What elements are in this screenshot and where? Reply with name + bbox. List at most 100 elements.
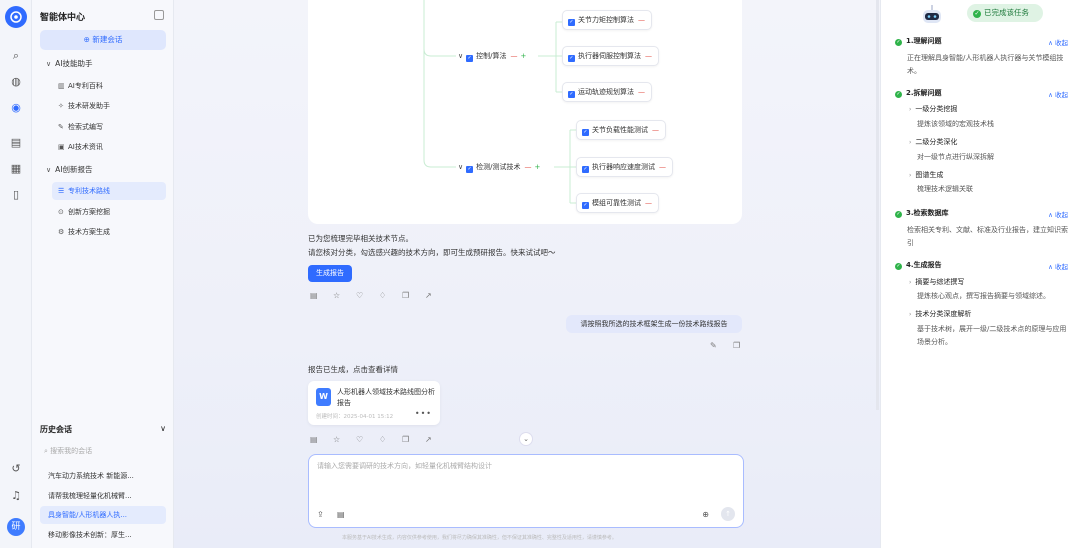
remove-node-button[interactable]: — (524, 163, 531, 171)
mindmap-node[interactable]: ✓ 模组可靠性测试 — (576, 193, 659, 213)
history-item[interactable]: 汽车动力系统技术 新能源... (40, 467, 166, 485)
section-ai-skills[interactable]: ∨ AI技能助手 (46, 58, 92, 69)
checkbox-icon[interactable]: ✓ (568, 55, 575, 62)
thumbs-down-icon[interactable]: ♢ (379, 435, 402, 444)
remove-node-button[interactable]: — (645, 52, 652, 60)
checkbox-icon[interactable]: ✓ (568, 19, 575, 26)
star-icon[interactable]: ☆ (333, 291, 356, 300)
history-item[interactable]: 具身智能/人形机器人执... (40, 506, 166, 524)
checkbox-icon[interactable]: ✓ (582, 129, 589, 136)
section-ai-reports[interactable]: ∨ AI创新报告 (46, 164, 92, 175)
document-icon[interactable]: ▤ (310, 291, 333, 300)
apps-icon[interactable]: ▦ (9, 162, 23, 176)
fold-button[interactable]: ∧ 收起 (1048, 37, 1068, 47)
remove-node-button[interactable]: — (510, 52, 517, 60)
mindmap-category-testing[interactable]: ∨ ✓ 检测/测试技术 — + (458, 161, 540, 173)
substep-label: 二级分类深化 (915, 138, 958, 146)
word-file-icon: W (316, 388, 331, 406)
upload-icon[interactable]: ⇪ (317, 510, 324, 519)
sidebar-item-innovation-mining[interactable]: ⊙ 创新方案挖掘 (52, 203, 166, 221)
substep-label: 摘要与综述撰写 (915, 278, 965, 286)
add-node-button[interactable]: + (520, 52, 526, 60)
fold-label: 收起 (1055, 91, 1068, 99)
mindmap-node[interactable]: ✓ 执行器伺服控制算法 — (562, 46, 659, 66)
fold-button[interactable]: ∧ 收起 (1048, 89, 1068, 99)
globe-icon[interactable]: ◍ (9, 75, 23, 89)
new-chat-button[interactable]: ⊕ 新建会话 (40, 30, 166, 50)
chat-input-placeholder: 请输入您需要调研的技术方向，如轻量化机械臂结构设计 (317, 462, 492, 470)
share-icon[interactable]: ↗ (425, 291, 448, 300)
mindmap-node[interactable]: ✓ 执行器响应速度测试 — (576, 157, 673, 177)
history-item[interactable]: 移动影像技术创新：厚生... (40, 526, 166, 544)
history-item[interactable]: 请帮我梳理轻量化机械臂... (40, 487, 166, 505)
add-node-button[interactable]: + (534, 163, 540, 171)
step-title: ✓ 4.生成报告 (895, 260, 942, 270)
sidebar-title: 智能体中心 (40, 13, 86, 23)
send-button[interactable]: ↑ (721, 507, 735, 521)
share-icon[interactable]: ↗ (425, 435, 448, 444)
sidebar-item-rd-assistant[interactable]: ✧ 技术研发助手 (52, 97, 166, 115)
vertical-scrollbar[interactable] (876, 0, 879, 410)
sidebar-item-patent-roadmap[interactable]: ☰ 专利技术路线 (52, 182, 166, 200)
node-label: 模组可靠性测试 (592, 199, 641, 207)
chat-main: ∨ ✓ 控制/算法 — + ✓ 关节力矩控制算法 — ✓ 执行器伺服控制算法 — ✓ 运动轨迹规划… (174, 0, 880, 548)
checkbox-icon[interactable]: ✓ (582, 202, 589, 209)
report-file-card[interactable]: W 人形机器人领域技术路线图分析报告 创建时间：2025-04-01 15:12… (308, 381, 440, 425)
checkbox-icon[interactable]: ✓ (466, 166, 474, 173)
add-icon[interactable]: ⊕ (702, 510, 709, 519)
assistant-message-line: 请您核对分类，勾选感兴趣的技术方向，即可生成预研报告。快来试试吧～ (308, 248, 556, 257)
search-icon[interactable]: ⌕ (9, 49, 23, 63)
status-label: 已完成该任务 (984, 8, 1029, 17)
checkbox-icon[interactable]: ✓ (466, 55, 474, 62)
history-search-input[interactable]: ⌕ 搜索我的会话 (40, 443, 166, 459)
mindmap-category-control[interactable]: ∨ ✓ 控制/算法 — + (458, 50, 526, 62)
mindmap-node[interactable]: ✓ 关节力矩控制算法 — (562, 10, 652, 30)
bell-icon[interactable]: ♫ (9, 489, 23, 503)
scroll-to-bottom-button[interactable]: ⌄ (519, 432, 533, 446)
mindmap-node[interactable]: ✓ 运动轨迹规划算法 — (562, 82, 652, 102)
copy-icon[interactable]: ❐ (733, 341, 756, 350)
fold-button[interactable]: ∧ 收起 (1048, 209, 1068, 219)
check-icon: ✓ (895, 263, 902, 270)
sidebar-item-tech-news[interactable]: ▣ AI技术资讯 (52, 138, 166, 156)
copy-icon[interactable]: ❐ (402, 435, 425, 444)
sidebar-item-solution-generation[interactable]: ⚙ 技术方案生成 (52, 223, 166, 241)
chat-input[interactable]: 请输入您需要调研的技术方向，如轻量化机械臂结构设计 ⇪ ▤ ⊕ ↑ (308, 454, 744, 528)
book-icon[interactable]: ▤ (9, 136, 23, 150)
generate-report-button[interactable]: 生成报告 (308, 265, 352, 282)
thumbs-down-icon[interactable]: ♢ (379, 291, 402, 300)
collapse-sidebar-icon[interactable] (154, 10, 164, 20)
app-logo-icon[interactable] (5, 6, 27, 28)
sidebar-item-query-writing[interactable]: ✎ 检索式编写 (52, 118, 166, 136)
remove-node-button[interactable]: — (638, 16, 645, 24)
document-icon[interactable]: ▤ (310, 435, 333, 444)
mindmap-node[interactable]: ✓ 关节负载性能测试 — (576, 120, 666, 140)
chevron-down-icon: ∨ (458, 163, 464, 171)
remove-node-button[interactable]: — (659, 163, 666, 171)
step-title: ✓ 2.拆解问题 (895, 88, 942, 98)
fold-button[interactable]: ∧ 收起 (1048, 261, 1068, 271)
sidebar-item-label: 技术研发助手 (68, 102, 110, 110)
edit-icon[interactable]: ✎ (710, 341, 733, 350)
file-icon[interactable]: ▤ (337, 510, 345, 519)
checkbox-icon[interactable]: ✓ (568, 91, 575, 98)
agent-icon[interactable]: ◉ (9, 101, 23, 115)
node-label: 关节负载性能测试 (592, 126, 648, 134)
thumbs-up-icon[interactable]: ♡ (356, 435, 379, 444)
checkbox-icon[interactable]: ✓ (582, 166, 589, 173)
remove-node-button[interactable]: — (645, 199, 652, 207)
history-header[interactable]: 历史会话 ∨ (40, 424, 166, 435)
thumbs-up-icon[interactable]: ♡ (356, 291, 379, 300)
more-icon[interactable]: ••• (415, 409, 432, 418)
step-desc: 检索相关专利、文献、标准及行业报告，建立知识索引 (907, 226, 1068, 247)
history-icon[interactable]: ↺ (9, 462, 23, 476)
copy-icon[interactable]: ❐ (402, 291, 425, 300)
avatar[interactable]: 研 (7, 518, 25, 536)
task-panel: ✓ 已完成该任务 ✓ 1.理解问题 ∧ 收起 正在理解具身智能/人形机器人执行器与关… (880, 0, 1080, 548)
remove-node-button[interactable]: — (652, 126, 659, 134)
star-icon[interactable]: ☆ (333, 435, 356, 444)
sidebar-item-patent-wiki[interactable]: ▥ AI专利百科 (52, 77, 166, 95)
substep-label: 一级分类挖掘 (915, 105, 958, 113)
remove-node-button[interactable]: — (638, 88, 645, 96)
bookmark-icon[interactable]: ▯ (9, 188, 23, 202)
